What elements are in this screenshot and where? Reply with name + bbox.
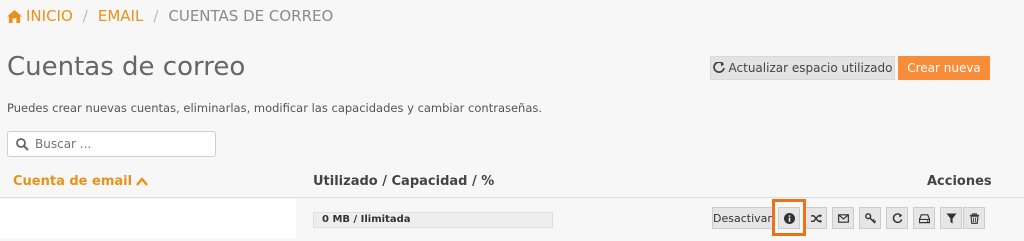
page-description: Puedes crear nuevas cuentas, eliminarlas… (7, 101, 543, 115)
breadcrumb-email-link[interactable]: EMAIL (98, 7, 143, 25)
create-new-button[interactable]: Crear nueva (898, 56, 990, 80)
delete-button[interactable] (963, 207, 985, 229)
refresh-usage-button[interactable]: Actualizar espacio utilizado (710, 56, 895, 80)
autoresponder-button[interactable] (832, 207, 854, 229)
deactivate-button[interactable]: Desactivar (712, 207, 773, 229)
table-header: Cuenta de email Utilizado / Capacidad / … (0, 170, 1024, 198)
column-header-actions: Acciones (927, 174, 992, 189)
refresh-icon (892, 212, 902, 223)
filter-button[interactable] (940, 207, 962, 229)
envelope-icon (837, 213, 849, 223)
breadcrumb-separator: / (82, 7, 88, 25)
column-header-email-label: Cuenta de email (13, 174, 133, 189)
chevron-up-icon (136, 177, 148, 186)
capacity-button[interactable] (913, 207, 935, 229)
search-input[interactable] (35, 137, 205, 151)
redirect-button[interactable] (805, 207, 827, 229)
usage-label: 0 MB / Ilimitada (322, 214, 411, 225)
page-title: Cuentas de correo (7, 52, 246, 82)
breadcrumb-home-label: INICIO (26, 7, 73, 25)
trash-icon (969, 212, 979, 224)
hdd-icon (918, 213, 930, 223)
search-icon (16, 137, 29, 151)
column-header-usage: Utilizado / Capacidad / % (313, 174, 495, 189)
search-field[interactable] (7, 131, 216, 157)
home-icon (7, 9, 22, 23)
key-icon (864, 212, 876, 224)
breadcrumb-current: CUENTAS DE CORREO (168, 7, 334, 25)
filter-icon (945, 212, 957, 224)
refresh-icon (712, 62, 725, 73)
column-header-email[interactable]: Cuenta de email (13, 174, 148, 189)
refresh-row-button[interactable] (886, 207, 908, 229)
change-password-button[interactable] (859, 207, 881, 229)
email-cell (0, 199, 296, 238)
refresh-usage-label: Actualizar espacio utilizado (728, 61, 893, 75)
breadcrumb: INICIO / EMAIL / CUENTAS DE CORREO (7, 6, 333, 26)
breadcrumb-separator: / (153, 7, 159, 25)
breadcrumb-home-link[interactable]: INICIO (7, 7, 73, 25)
usage-progress-bar: 0 MB / Ilimitada (313, 212, 553, 228)
info-button-highlight (772, 199, 806, 236)
shuffle-icon (810, 213, 822, 223)
